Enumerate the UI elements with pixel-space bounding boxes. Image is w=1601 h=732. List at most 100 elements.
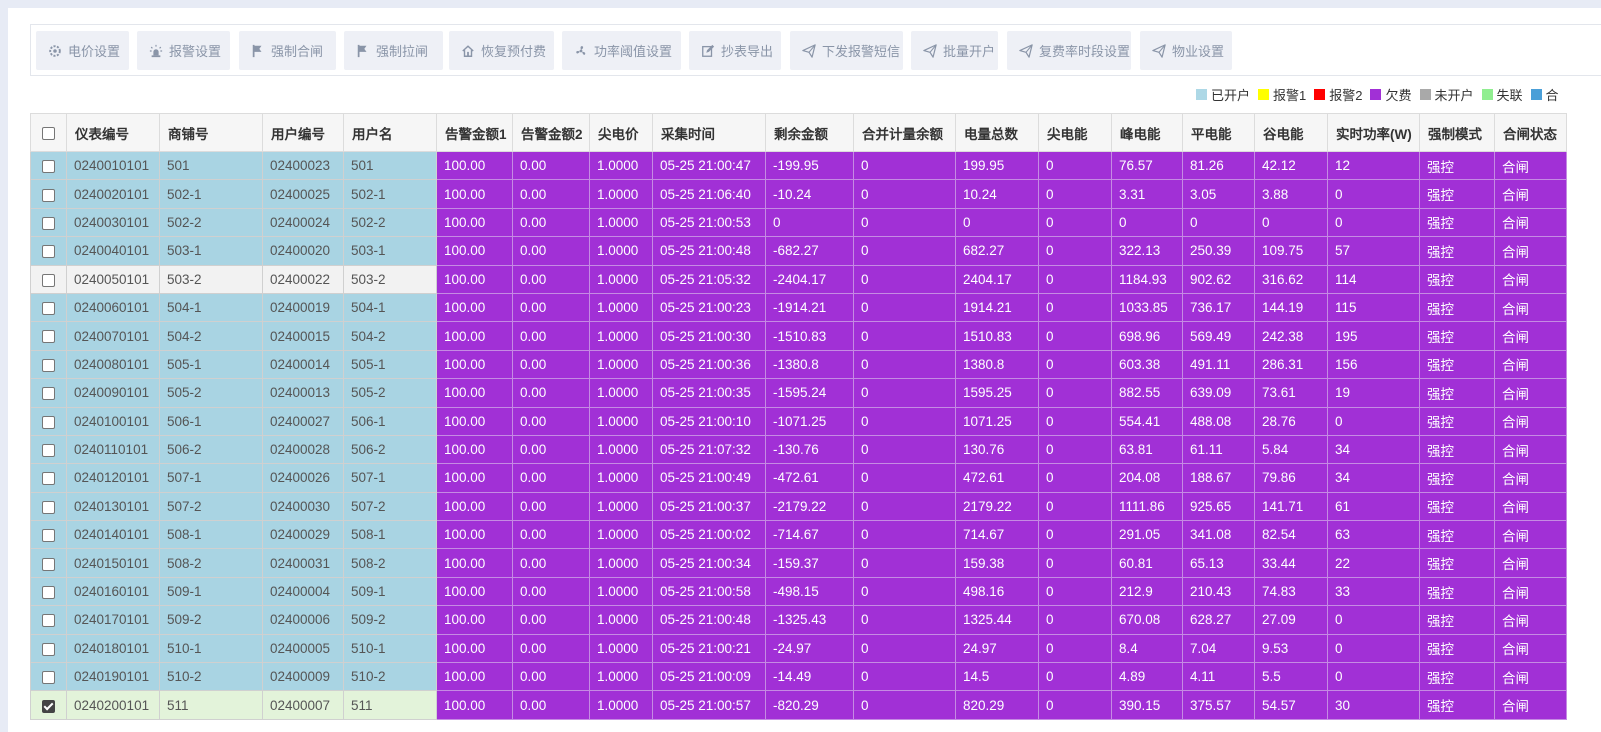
row-select-cell: [30, 236, 67, 266]
table-row[interactable]: 0240180101 510-1 02400005 510-1 100.00 0.00 1.…: [30, 633, 1567, 664]
row-checkbox[interactable]: [42, 330, 55, 344]
restore-prepaid-button[interactable]: 恢复预付费: [449, 31, 554, 70]
table-cell: 强控: [1419, 662, 1495, 692]
table-cell: 05-25 21:00:10: [652, 406, 766, 436]
column-header[interactable]: 采集时间: [652, 113, 766, 152]
table-cell: 1914.21: [955, 292, 1039, 323]
table-row[interactable]: 0240080101 505-1 02400014 505-1 100.00 0.00 1.…: [30, 349, 1567, 380]
column-header[interactable]: 电量总数: [955, 113, 1039, 152]
table-cell: 0: [1254, 207, 1328, 238]
table-cell: 02400005: [262, 633, 344, 664]
table-row[interactable]: 0240140101 508-1 02400029 508-1 100.00 0.00 1.…: [30, 520, 1567, 550]
force-open-button[interactable]: 强制拉闸: [344, 31, 443, 70]
column-header[interactable]: 平电能: [1182, 113, 1255, 152]
table-cell: 61.11: [1182, 434, 1255, 465]
table-cell: 05-25 21:00:58: [652, 576, 766, 607]
row-checkbox[interactable]: [42, 160, 55, 174]
column-header[interactable]: 尖电能: [1038, 113, 1112, 152]
table-row[interactable]: 0240070101 504-2 02400015 504-2 100.00 0.00 1.…: [30, 321, 1567, 351]
row-checkbox[interactable]: [42, 216, 55, 230]
row-checkbox[interactable]: [42, 444, 55, 458]
table-row[interactable]: 0240030101 502-2 02400024 502-2 100.00 0.00 1.…: [30, 207, 1567, 238]
table-cell: 603.38: [1111, 349, 1183, 380]
column-header[interactable]: 告警金额1: [436, 113, 513, 152]
row-checkbox[interactable]: [42, 699, 55, 713]
table-row[interactable]: 0240170101 509-2 02400006 509-2 100.00 0.00 1.…: [30, 605, 1567, 635]
row-checkbox[interactable]: [42, 529, 55, 543]
table-row[interactable]: 0240100101 506-1 02400027 506-1 100.00 0.00 1.…: [30, 406, 1567, 436]
row-select-cell: [30, 690, 67, 720]
row-checkbox[interactable]: [42, 245, 55, 259]
table-cell: 5.5: [1254, 662, 1328, 692]
table-cell: 73.61: [1254, 378, 1328, 408]
price-settings-button[interactable]: 电价设置: [36, 31, 129, 70]
table-row[interactable]: 0240050101 503-2 02400022 503-2 100.00 0.00 1.…: [30, 264, 1567, 294]
table-cell: 0: [853, 690, 956, 720]
tariff-period-button[interactable]: 复费率时段设置: [1007, 31, 1131, 70]
select-all-cell: [30, 113, 67, 152]
select-all-checkbox[interactable]: [42, 126, 55, 140]
row-checkbox[interactable]: [42, 387, 55, 401]
column-header[interactable]: 合并计量余额: [853, 113, 956, 152]
column-header[interactable]: 合闸状态: [1494, 113, 1567, 152]
row-checkbox[interactable]: [42, 671, 55, 685]
table-row[interactable]: 0240160101 509-1 02400004 509-1 100.00 0.00 1.…: [30, 576, 1567, 607]
table-row[interactable]: 0240060101 504-1 02400019 504-1 100.00 0.00 1.…: [30, 292, 1567, 323]
table-cell: 639.09: [1182, 378, 1255, 408]
power-threshold-button[interactable]: 功率阈值设置: [562, 31, 681, 70]
table-cell: 628.27: [1182, 605, 1255, 635]
table-row[interactable]: 0240150101 508-2 02400031 508-2 100.00 0.00 1.…: [30, 548, 1567, 578]
legend-item: 合: [1530, 85, 1559, 104]
row-checkbox[interactable]: [42, 614, 55, 628]
row-checkbox[interactable]: [42, 585, 55, 599]
table-cell: 1.0000: [589, 207, 653, 238]
alarm-settings-button[interactable]: 报警设置: [137, 31, 230, 70]
column-header[interactable]: 实时功率(W): [1327, 113, 1420, 152]
column-header[interactable]: 强制模式: [1419, 113, 1495, 152]
send-icon: [923, 43, 943, 58]
row-checkbox[interactable]: [42, 557, 55, 571]
column-header[interactable]: 仪表编号: [66, 113, 160, 152]
row-checkbox[interactable]: [42, 302, 55, 316]
table-cell: 100.00: [436, 633, 513, 664]
column-header[interactable]: 峰电能: [1111, 113, 1183, 152]
row-select-cell: [30, 406, 67, 436]
table-cell: 1111.86: [1111, 491, 1183, 522]
row-select-cell: [30, 150, 67, 181]
table-cell: 188.67: [1182, 463, 1255, 493]
column-header[interactable]: 尖电价: [589, 113, 653, 152]
column-header[interactable]: 商铺号: [159, 113, 263, 152]
row-checkbox[interactable]: [42, 273, 55, 287]
table-row[interactable]: 0240090101 505-2 02400013 505-2 100.00 0.00 1.…: [30, 378, 1567, 408]
table-row[interactable]: 0240190101 510-2 02400009 510-2 100.00 0.00 1.…: [30, 662, 1567, 692]
table-cell: 02400031: [262, 548, 344, 578]
table-row[interactable]: 0240020101 502-1 02400025 502-1 100.00 0.00 1.…: [30, 179, 1567, 209]
column-header[interactable]: 剩余金额: [765, 113, 854, 152]
meter-export-button[interactable]: 抄表导出: [689, 31, 781, 70]
table-cell: 1.0000: [589, 236, 653, 266]
send-alarm-sms-button[interactable]: 下发报警短信: [790, 31, 903, 70]
row-checkbox[interactable]: [42, 415, 55, 429]
property-settings-button[interactable]: 物业设置: [1140, 31, 1232, 70]
column-header[interactable]: 用户编号: [262, 113, 344, 152]
row-checkbox[interactable]: [42, 358, 55, 372]
table-cell: 501: [159, 150, 263, 181]
table-row[interactable]: 0240040101 503-1 02400020 503-1 100.00 0.00 1.…: [30, 236, 1567, 266]
column-header[interactable]: 用户名: [343, 113, 437, 152]
force-close-button[interactable]: 强制合闸: [239, 31, 336, 70]
batch-open-account-button[interactable]: 批量开户: [911, 31, 998, 70]
table-cell: -682.27: [765, 236, 854, 266]
table-row[interactable]: 0240120101 507-1 02400026 507-1 100.00 0.00 1.…: [30, 463, 1567, 493]
row-checkbox[interactable]: [42, 472, 55, 486]
table-cell: 508-2: [159, 548, 263, 578]
row-checkbox[interactable]: [42, 188, 55, 202]
table-row[interactable]: 0240110101 506-2 02400028 506-2 100.00 0.00 1.…: [30, 434, 1567, 465]
row-checkbox[interactable]: [42, 642, 55, 656]
row-select-cell: [30, 662, 67, 692]
column-header[interactable]: 谷电能: [1254, 113, 1328, 152]
table-row[interactable]: 0240010101 501 02400023 501 100.00 0.00 1.0000…: [30, 150, 1567, 181]
table-row[interactable]: 0240130101 507-2 02400030 507-2 100.00 0.00 1.…: [30, 491, 1567, 522]
column-header[interactable]: 告警金额2: [512, 113, 590, 152]
row-checkbox[interactable]: [42, 500, 55, 514]
table-row[interactable]: 0240200101 511 02400007 511 100.00 0.00 1.0000…: [30, 690, 1567, 720]
